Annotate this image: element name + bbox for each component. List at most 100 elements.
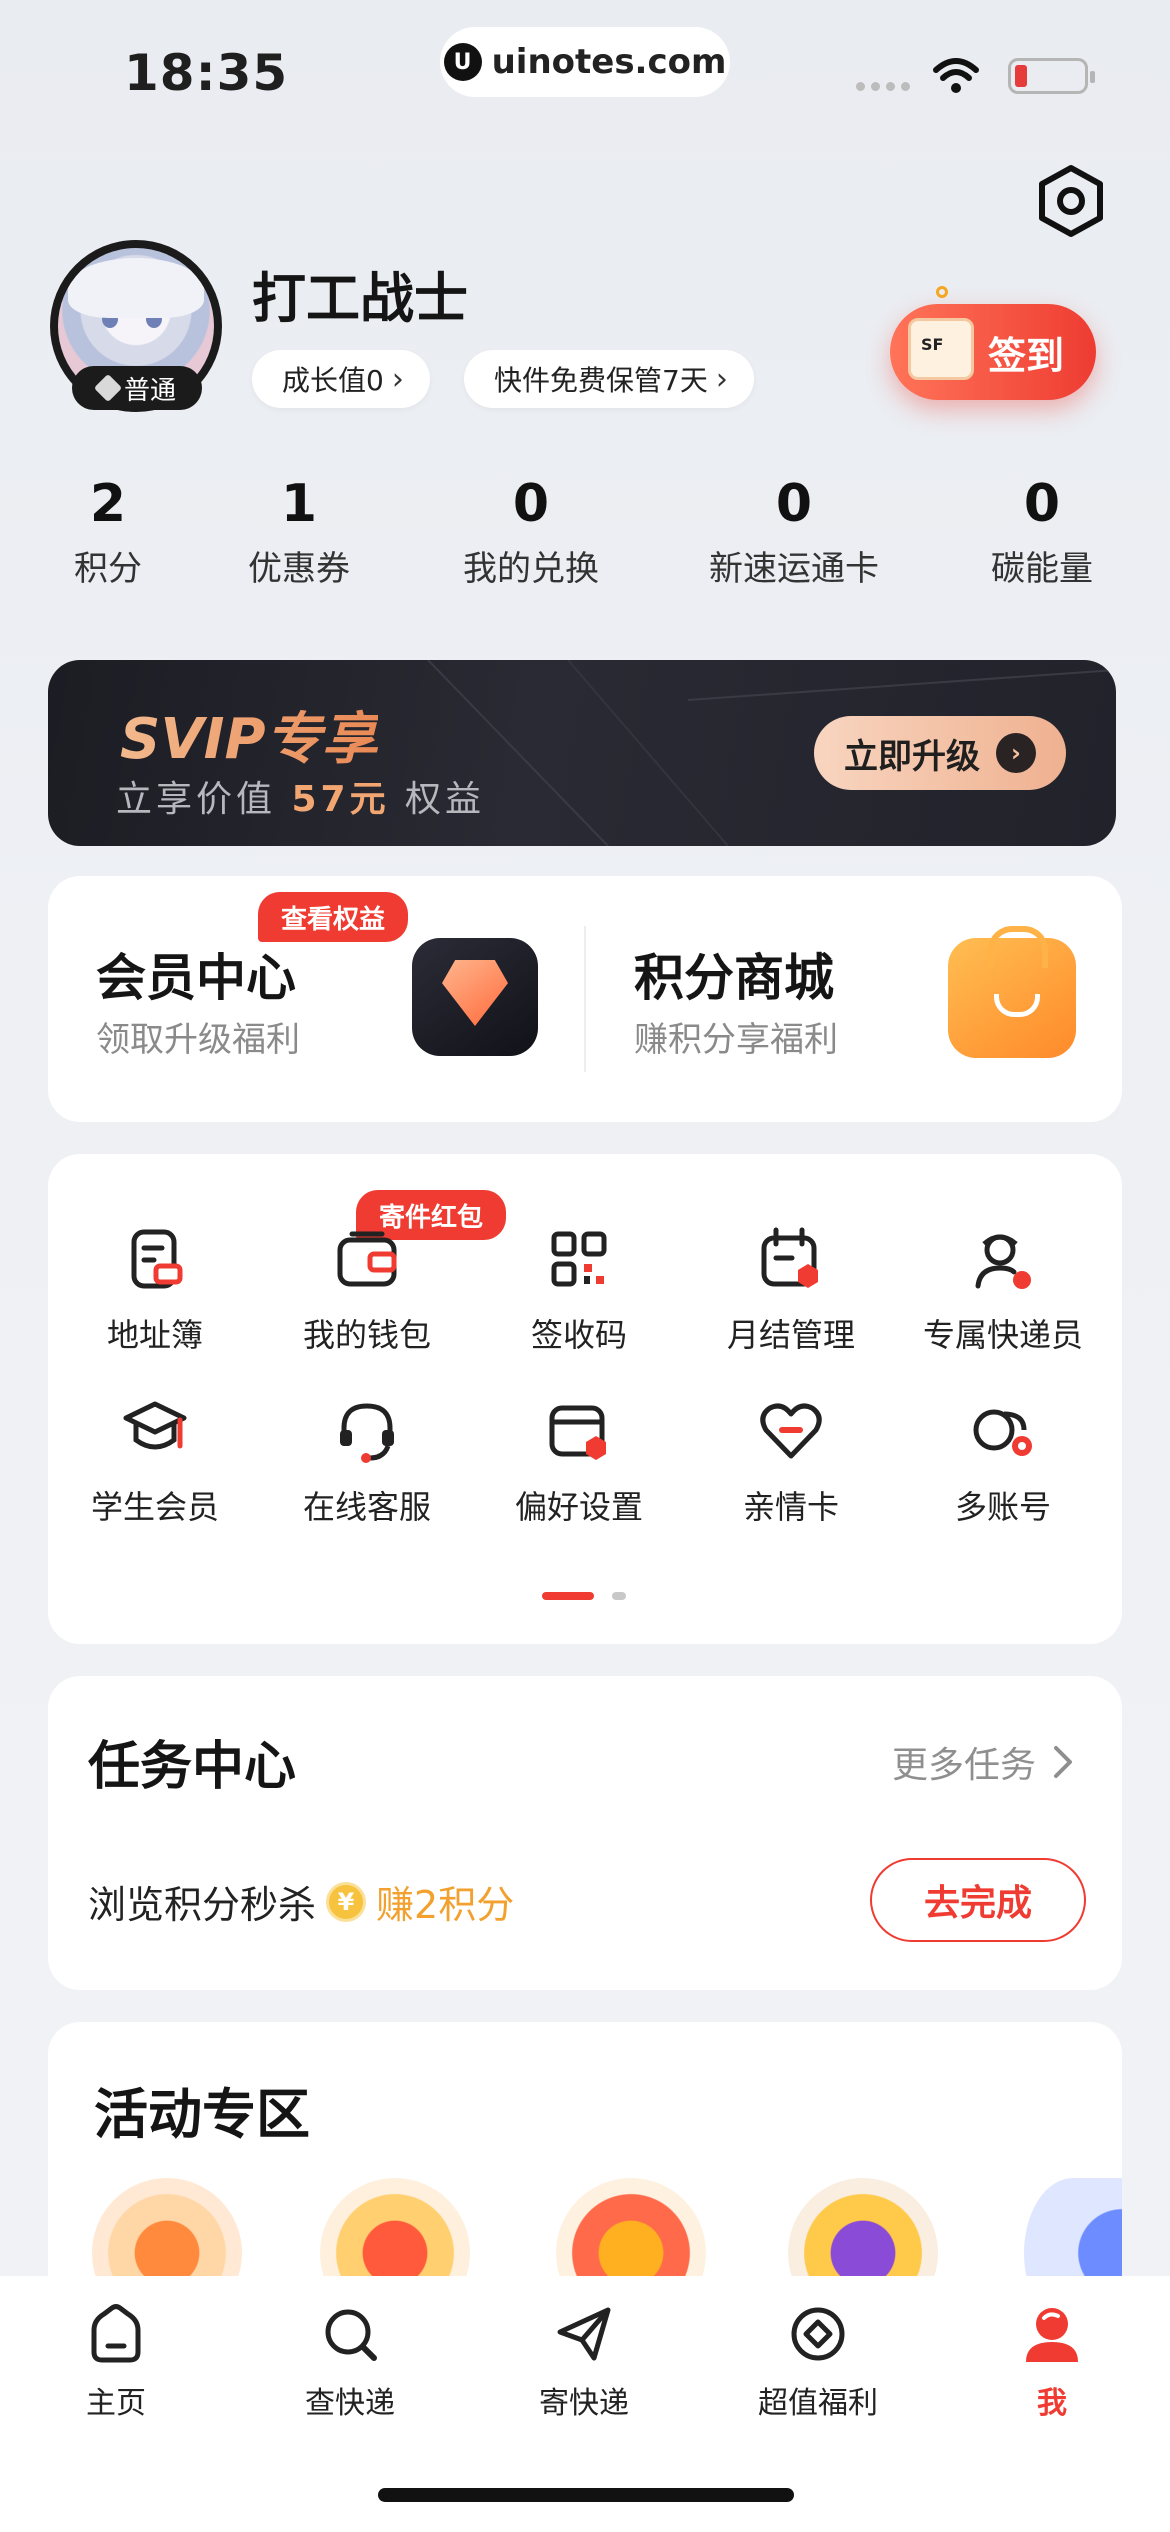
service-wallet[interactable]: 我的钱包 bbox=[260, 1224, 474, 1356]
tab-label: 查快递 bbox=[305, 2386, 395, 2421]
settings-gear-icon[interactable] bbox=[1034, 164, 1108, 238]
svip-sub-suffix: 权益 bbox=[405, 779, 486, 820]
arrow-right-icon: › bbox=[996, 733, 1036, 773]
heart-link-icon bbox=[760, 1403, 822, 1459]
svip-sub-prefix: 立享价值 bbox=[116, 779, 277, 820]
svip-banner[interactable]: SVIP专享 立享价值 57元 权益 立即升级 › bbox=[48, 660, 1116, 846]
task-center-title: 任务中心 bbox=[88, 1737, 297, 1797]
stat-carbon-energy[interactable]: 0 碳能量 bbox=[970, 475, 1114, 590]
level-badge: 普通 bbox=[72, 366, 202, 410]
coin-icon: ¥ bbox=[326, 1881, 367, 1922]
growth-value-label: 成长值0 bbox=[282, 364, 384, 397]
service-multi-account[interactable]: 多账号 bbox=[896, 1396, 1110, 1528]
service-label: 亲情卡 bbox=[742, 1488, 839, 1526]
free-storage-label: 快件免费保管7天 bbox=[494, 364, 708, 397]
stat-label: 我的兑换 bbox=[463, 549, 599, 590]
tab-send-package[interactable]: 寄快递 bbox=[494, 2302, 674, 2422]
growth-value-chip[interactable]: 成长值0 › bbox=[252, 350, 430, 408]
chevron-right-icon: › bbox=[391, 361, 404, 397]
service-address-book[interactable]: 地址簿 bbox=[48, 1224, 262, 1356]
service-student-member[interactable]: 学生会员 bbox=[48, 1396, 262, 1528]
page-indicator-active bbox=[542, 1592, 594, 1600]
tab-home[interactable]: 主页 bbox=[26, 2302, 206, 2422]
url-text: uinotes.com bbox=[491, 42, 727, 82]
url-pill[interactable]: U uinotes.com bbox=[440, 27, 730, 97]
chevron-right-icon bbox=[1054, 1746, 1072, 1778]
service-family-card[interactable]: 亲情卡 bbox=[684, 1396, 898, 1528]
service-label: 签收码 bbox=[530, 1316, 627, 1354]
stat-label: 碳能量 bbox=[991, 549, 1093, 590]
complete-task-button[interactable]: 去完成 bbox=[870, 1858, 1086, 1942]
upgrade-button[interactable]: 立即升级 › bbox=[814, 716, 1066, 790]
stat-value: 0 bbox=[512, 474, 550, 534]
free-storage-chip[interactable]: 快件免费保管7天 › bbox=[464, 350, 754, 408]
benefits-icon bbox=[791, 2307, 845, 2361]
tab-label: 主页 bbox=[86, 2386, 146, 2421]
task-center-card: 任务中心 更多任务 浏览积分秒杀 ¥ 赚2积分 去完成 bbox=[48, 1676, 1122, 1990]
services-grid: 寄件红包 地址簿 我的钱包 签收码 月结管理 专属快递员 学生会员 在线客服 偏… bbox=[48, 1154, 1122, 1644]
stat-label: 积分 bbox=[74, 549, 142, 590]
points-mall-title: 积分商城 bbox=[634, 949, 834, 1007]
svip-sub-value: 57元 bbox=[291, 779, 390, 820]
service-online-support[interactable]: 在线客服 bbox=[260, 1396, 474, 1528]
stat-coupons[interactable]: 1 优惠券 bbox=[234, 474, 364, 590]
tab-track-package[interactable]: 查快递 bbox=[260, 2302, 440, 2422]
stat-label: 优惠券 bbox=[248, 549, 350, 590]
task-item-label: 浏览积分秒杀 bbox=[88, 1883, 317, 1927]
member-center-title: 会员中心 bbox=[96, 949, 296, 1007]
diamond-gem-icon bbox=[412, 938, 538, 1056]
points-mall-subtitle: 赚积分享福利 bbox=[634, 1020, 838, 1060]
more-tasks-link[interactable]: 更多任务 bbox=[892, 1736, 1074, 1788]
checkin-sparkle-icon bbox=[936, 286, 948, 298]
service-courier[interactable]: 专属快递员 bbox=[896, 1224, 1110, 1356]
stat-value: 0 bbox=[775, 474, 813, 534]
tab-benefits[interactable]: 超值福利 bbox=[728, 2302, 908, 2422]
qr-code-icon bbox=[551, 1231, 607, 1287]
gift-box-icon bbox=[908, 318, 974, 380]
member-card: 会员中心 领取升级福利 查看权益 积分商城 赚积分享福利 bbox=[48, 876, 1122, 1122]
member-center-subtitle: 领取升级福利 bbox=[96, 1020, 300, 1060]
site-logo-icon: U bbox=[443, 43, 482, 81]
more-tasks-label: 更多任务 bbox=[891, 1745, 1036, 1786]
tab-me[interactable]: 我 bbox=[962, 2302, 1142, 2422]
home-indicator bbox=[378, 2488, 794, 2502]
chevron-right-icon: › bbox=[715, 361, 728, 397]
service-label: 月结管理 bbox=[726, 1316, 855, 1354]
service-label: 我的钱包 bbox=[302, 1316, 431, 1354]
service-monthly-billing[interactable]: 月结管理 bbox=[684, 1224, 898, 1356]
page-indicator-inactive bbox=[612, 1592, 626, 1600]
stat-redemptions[interactable]: 0 我的兑换 bbox=[446, 474, 616, 590]
shopping-bag-icon bbox=[948, 926, 1076, 1058]
checkin-label: 签到 bbox=[987, 333, 1064, 378]
search-icon bbox=[325, 2309, 377, 2361]
activity-zone-title: 活动专区 bbox=[94, 2083, 310, 2146]
task-item: 浏览积分秒杀 ¥ 赚2积分 bbox=[88, 1874, 514, 1929]
view-benefits-tag[interactable]: 查看权益 bbox=[258, 892, 408, 942]
service-label: 学生会员 bbox=[90, 1488, 219, 1526]
calendar-icon bbox=[761, 1227, 818, 1288]
diamond-icon bbox=[93, 373, 123, 403]
service-label: 多账号 bbox=[954, 1488, 1051, 1526]
courier-icon bbox=[975, 1234, 1031, 1289]
wallet-icon bbox=[337, 1231, 397, 1287]
username: 打工战士 bbox=[252, 267, 468, 330]
upgrade-label: 立即升级 bbox=[844, 736, 980, 777]
service-qr-code[interactable]: 签收码 bbox=[472, 1224, 686, 1356]
profile-icon bbox=[1026, 2308, 1078, 2362]
battery-icon bbox=[1008, 58, 1095, 94]
wifi-icon bbox=[933, 58, 979, 93]
cellular-signal-icon bbox=[856, 82, 910, 91]
stat-express-card[interactable]: 0 新速运通卡 bbox=[694, 474, 894, 590]
stat-points[interactable]: 2 积分 bbox=[58, 474, 158, 590]
stat-value: 2 bbox=[89, 474, 127, 534]
address-book-icon bbox=[131, 1229, 183, 1289]
service-label: 专属快递员 bbox=[922, 1316, 1083, 1354]
multi-account-icon bbox=[973, 1409, 1032, 1456]
tab-label: 寄快递 bbox=[539, 2386, 629, 2421]
level-badge-label: 普通 bbox=[123, 375, 176, 406]
stat-value: 1 bbox=[280, 474, 318, 534]
svip-title: SVIP专享 bbox=[120, 694, 378, 775]
home-icon bbox=[91, 2304, 141, 2363]
tab-label: 我 bbox=[1037, 2386, 1067, 2421]
service-preferences[interactable]: 偏好设置 bbox=[472, 1396, 686, 1528]
